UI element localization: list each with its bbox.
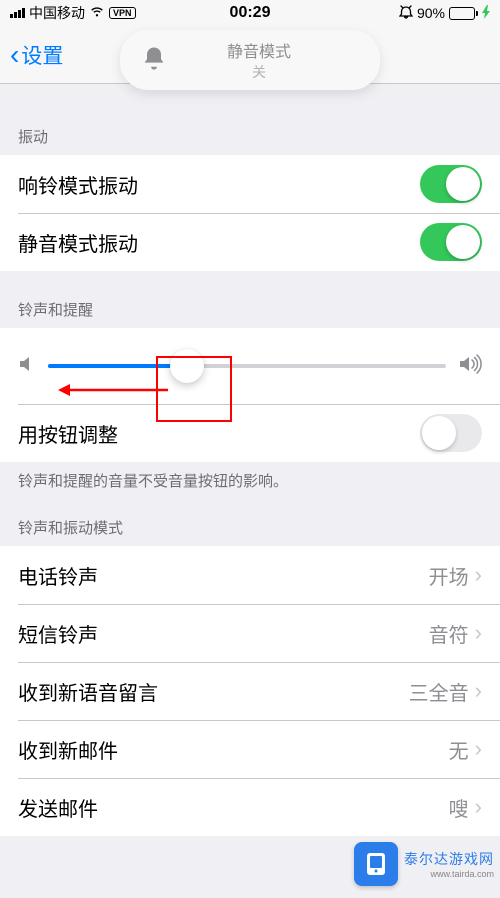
row-ring-vibrate[interactable]: 响铃模式振动 xyxy=(0,155,500,213)
hud-subtitle: 关 xyxy=(252,62,266,82)
change-with-buttons-toggle[interactable] xyxy=(420,414,482,452)
voicemail-label: 收到新语音留言 xyxy=(18,677,158,706)
watermark-text: 泰尔达游戏网 xyxy=(404,851,494,867)
charging-icon xyxy=(482,5,490,22)
alarm-icon xyxy=(399,5,413,22)
watermark: 泰尔达游戏网 www.tairda.com xyxy=(354,842,494,886)
ring-vibrate-label: 响铃模式振动 xyxy=(18,170,138,199)
texttone-label: 短信铃声 xyxy=(18,619,98,648)
volume-slider-row xyxy=(0,328,500,404)
row-silent-vibrate[interactable]: 静音模式振动 xyxy=(0,213,500,271)
change-with-buttons-label: 用按钮调整 xyxy=(18,419,118,448)
silent-vibrate-toggle[interactable] xyxy=(420,223,482,261)
row-texttone[interactable]: 短信铃声 音符 › xyxy=(0,604,500,662)
watermark-logo xyxy=(354,842,398,886)
bell-icon xyxy=(140,44,168,77)
row-sentmail[interactable]: 发送邮件 嗖 › xyxy=(0,778,500,836)
watermark-url: www.tairda.com xyxy=(404,869,494,879)
battery-percent: 90% xyxy=(417,5,445,21)
wifi-icon xyxy=(89,5,105,21)
ringtone-label: 电话铃声 xyxy=(18,561,98,590)
silent-mode-hud: 静音模式 关 xyxy=(120,30,380,90)
volume-high-icon xyxy=(458,354,482,379)
ring-vibrate-toggle[interactable] xyxy=(420,165,482,203)
clock: 00:29 xyxy=(230,4,271,22)
section-header-vibrate: 振动 xyxy=(0,84,500,155)
slider-fill xyxy=(48,364,187,368)
status-left: 中国移动 VPN xyxy=(10,3,136,23)
back-button[interactable]: ‹ 设置 xyxy=(10,40,63,70)
chevron-right-icon: › xyxy=(475,794,482,820)
ringtone-value: 开场 xyxy=(429,561,469,590)
volume-slider[interactable] xyxy=(48,364,446,368)
silent-vibrate-label: 静音模式振动 xyxy=(18,228,138,257)
ringer-footer-note: 铃声和提醒的音量不受音量按钮的影响。 xyxy=(0,462,500,499)
newmail-value: 无 xyxy=(449,735,469,764)
battery-icon xyxy=(449,7,478,20)
row-change-with-buttons[interactable]: 用按钮调整 xyxy=(0,404,500,462)
hud-title: 静音模式 xyxy=(227,38,291,62)
vpn-badge: VPN xyxy=(109,7,136,19)
chevron-right-icon: › xyxy=(475,678,482,704)
section-header-patterns: 铃声和振动模式 xyxy=(0,499,500,546)
status-bar: 中国移动 VPN 00:29 90% xyxy=(0,0,500,26)
chevron-right-icon: › xyxy=(475,620,482,646)
sentmail-value: 嗖 xyxy=(449,793,469,822)
section-header-ringer: 铃声和提醒 xyxy=(0,271,500,328)
volume-low-icon xyxy=(18,354,36,379)
texttone-value: 音符 xyxy=(429,619,469,648)
signal-icon xyxy=(10,8,25,18)
row-voicemail[interactable]: 收到新语音留言 三全音 › xyxy=(0,662,500,720)
sentmail-label: 发送邮件 xyxy=(18,793,98,822)
status-right: 90% xyxy=(399,5,490,22)
row-newmail[interactable]: 收到新邮件 无 › xyxy=(0,720,500,778)
carrier-label: 中国移动 xyxy=(29,3,85,23)
chevron-right-icon: › xyxy=(475,562,482,588)
newmail-label: 收到新邮件 xyxy=(18,735,118,764)
chevron-right-icon: › xyxy=(475,736,482,762)
back-label: 设置 xyxy=(21,40,63,70)
chevron-left-icon: ‹ xyxy=(10,41,19,69)
voicemail-value: 三全音 xyxy=(409,677,469,706)
row-ringtone[interactable]: 电话铃声 开场 › xyxy=(0,546,500,604)
slider-thumb[interactable] xyxy=(170,349,204,383)
